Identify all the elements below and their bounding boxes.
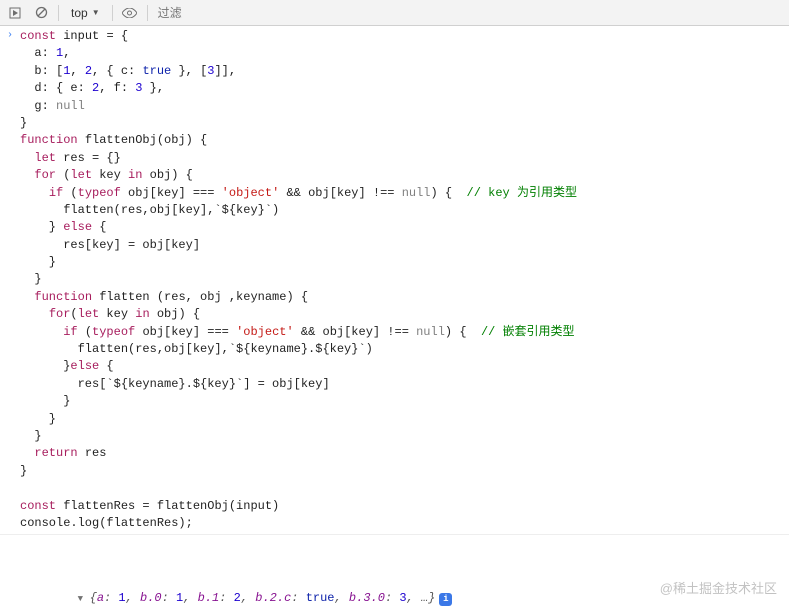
context-selector[interactable]: top ▼ [65,3,106,23]
eye-icon[interactable] [119,3,141,23]
output-gutter [0,537,20,613]
console-input-entry: › const input = { a: 1, b: [1, 2, { c: t… [0,26,789,534]
console-body: › const input = { a: 1, b: [1, 2, { c: t… [0,26,789,613]
clear-console-icon[interactable] [30,3,52,23]
chevron-down-icon: ▼ [92,8,100,17]
source-code[interactable]: const input = { a: 1, b: [1, 2, { c: tru… [20,28,789,532]
console-toolbar: top ▼ [0,0,789,26]
logged-object[interactable]: ▼{a: 1, b.0: 1, b.1: 2, b.2.c: true, b.3… [20,537,789,613]
context-label: top [71,6,88,20]
input-chevron-icon: › [0,28,20,532]
info-badge-icon[interactable]: i [439,593,452,606]
toolbar-separator [147,5,148,21]
filter-input[interactable] [154,6,785,20]
toolbar-separator [58,5,59,21]
run-icon[interactable] [4,3,26,23]
disclosure-triangle-open-icon[interactable]: ▼ [78,593,90,606]
toolbar-separator [112,5,113,21]
object-preview-row[interactable]: ▼{a: 1, b.0: 1, b.1: 2, b.2.c: true, b.3… [20,572,781,613]
console-log-entry: ▼{a: 1, b.0: 1, b.1: 2, b.2.c: true, b.3… [0,534,789,613]
